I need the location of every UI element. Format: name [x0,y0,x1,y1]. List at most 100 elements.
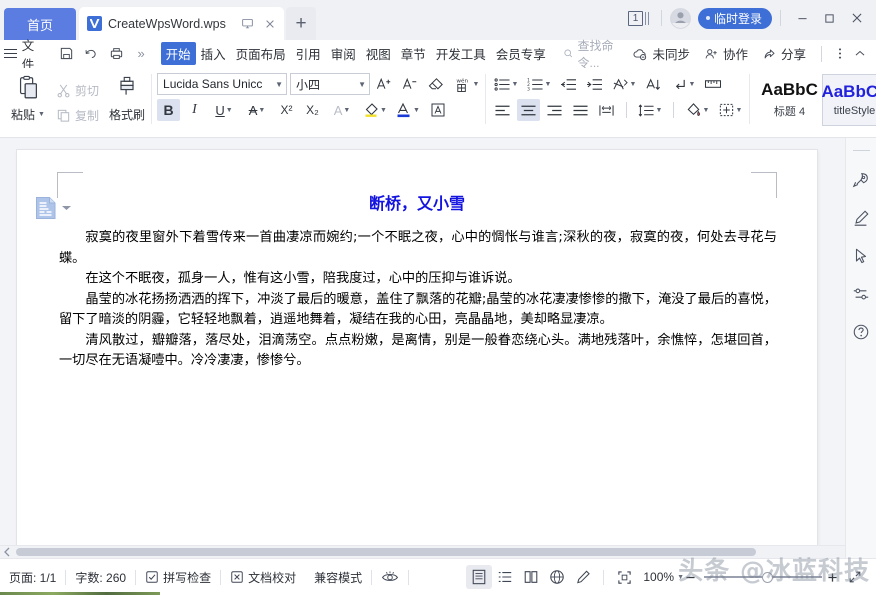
help-icon[interactable] [846,313,876,351]
borders-button[interactable]: ▼ [715,99,745,121]
copy-button[interactable]: 复制 [52,103,103,128]
strikethrough-button[interactable]: A ▼ [242,99,272,121]
show-marks-button[interactable]: ▼ [668,73,698,95]
chevron-down-icon[interactable]: ▼ [677,574,684,581]
close-button[interactable] [843,6,870,30]
tab-member[interactable]: 会员专享 [491,42,551,65]
doc-proof-button[interactable]: 文档校对 [221,569,305,586]
more-options-icon[interactable] [830,43,850,65]
bold-button[interactable]: B [157,99,181,121]
divider [660,10,662,26]
tab-insert[interactable]: 插入 [196,42,231,65]
web-view-button[interactable] [544,565,570,589]
horizontal-scrollbar[interactable] [0,545,862,558]
zoom-slider-knob[interactable] [762,571,773,583]
font-size-select[interactable]: 小四 ▼ [290,73,371,95]
tab-view[interactable]: 视图 [361,42,396,65]
minimize-button[interactable] [789,6,816,30]
search-command-box[interactable]: 查找命令... [563,37,626,71]
share-button[interactable]: 分享 [755,44,813,63]
bold-label: B [163,102,174,118]
highlight-button[interactable]: ▼ [360,99,390,121]
horizontal-scroll-thumb[interactable] [16,548,756,556]
tab-references[interactable]: 引用 [291,42,326,65]
decrease-indent-button[interactable] [557,73,580,95]
sliders-icon[interactable] [846,275,876,313]
text-effect-button[interactable]: A ▼ [327,99,357,121]
align-left-button[interactable] [491,99,514,121]
collapse-ribbon-icon[interactable] [850,43,870,65]
document-tab[interactable]: CreateWpsWord.wps [79,7,284,40]
distribute-button[interactable] [595,99,618,121]
save-icon[interactable] [55,43,78,65]
zoom-out-button[interactable] [684,571,700,584]
print-icon[interactable] [105,43,128,65]
fullscreen-button[interactable] [842,565,868,589]
underline-button[interactable]: U ▼ [209,99,239,121]
close-tab-icon[interactable] [261,15,278,32]
shrink-font-button[interactable] [399,73,422,95]
style-heading4[interactable]: AaBbC 标题 4 [757,74,822,126]
pen-icon[interactable] [846,199,876,237]
word-count[interactable]: 字数: 260 [66,569,135,586]
numbering-button[interactable]: 123 ▼ [524,73,554,95]
line-spacing-button[interactable]: ▼ [635,99,665,121]
zoom-in-button[interactable] [826,571,842,584]
document-count-badge[interactable]: 1 [627,10,649,26]
avatar[interactable] [669,7,691,29]
edit-view-button[interactable] [570,565,596,589]
fit-page-button[interactable] [611,565,637,589]
compat-mode[interactable]: 兼容模式 [305,569,371,586]
scroll-left-icon[interactable] [0,546,14,559]
tab-review[interactable]: 审阅 [326,42,361,65]
subscript-button[interactable]: X₂ [301,99,324,121]
maximize-button[interactable] [816,6,843,30]
pinyin-guide-button[interactable]: wén ▼ [451,73,481,95]
shading-button[interactable]: ▼ [682,99,712,121]
rocket-icon[interactable] [846,161,876,199]
superscript-button[interactable]: X² [275,99,298,121]
bullets-button[interactable]: ▼ [491,73,521,95]
char-border-button[interactable] [426,99,449,121]
justify-button[interactable] [569,99,592,121]
ruler-button[interactable] [701,73,724,95]
eye-protection-button[interactable] [372,570,408,584]
zoom-level[interactable]: 100% [637,570,676,584]
smart-layout-button[interactable]: ▼ [609,73,639,95]
page-view-button[interactable] [466,565,493,589]
login-button[interactable]: 临时登录 [697,7,772,29]
zoom-slider[interactable] [704,570,822,584]
document-page[interactable]: 断桥，又小雪 寂寞的夜里窗外下着雪传来一首曲凄凉而婉约;一个不眠之夜，心中的惆怅… [17,150,817,546]
tab-page-layout[interactable]: 页面布局 [231,42,291,65]
sort-button[interactable] [642,73,665,95]
main-menu-icon[interactable] [0,49,22,58]
file-menu[interactable]: 文件 [22,35,51,73]
font-color-button[interactable]: ▼ [393,99,423,121]
read-view-button[interactable] [518,565,544,589]
font-family-select[interactable]: Lucida Sans Unicc ▼ [157,73,288,95]
clear-format-button[interactable] [425,73,448,95]
outline-view-button[interactable] [492,565,518,589]
format-painter-button[interactable]: 格式刷 [103,70,151,132]
spell-check-button[interactable]: 拼写检查 [136,569,220,586]
new-tab-button[interactable]: + [286,7,316,40]
tab-sections[interactable]: 章节 [396,42,431,65]
tab-start[interactable]: 开始 [160,42,196,65]
align-center-button[interactable] [517,99,541,121]
cut-button[interactable]: 剪切 [52,78,103,103]
document-body[interactable]: 寂寞的夜里窗外下着雪传来一首曲凄凉而婉约;一个不眠之夜，心中的惆怅与谁言;深秋的… [59,228,777,372]
cursor-icon[interactable] [846,237,876,275]
paste-button[interactable]: 粘贴 ▼ [4,70,52,132]
qat-overflow-icon[interactable]: » [130,43,153,65]
align-right-button[interactable] [543,99,566,121]
italic-button[interactable]: I [183,99,206,121]
grow-font-button[interactable] [373,73,396,95]
collaborate-button[interactable]: 协作 [697,44,755,63]
tab-developer[interactable]: 开发工具 [431,42,491,65]
undo-icon[interactable] [80,43,103,65]
page-indicator[interactable]: 页面: 1/1 [0,569,65,586]
style-titlestyle[interactable]: AaBbCc titleStyle [821,74,876,126]
sync-status[interactable]: 未同步 [625,44,697,63]
present-mode-icon[interactable] [239,15,256,32]
increase-indent-button[interactable] [583,73,606,95]
